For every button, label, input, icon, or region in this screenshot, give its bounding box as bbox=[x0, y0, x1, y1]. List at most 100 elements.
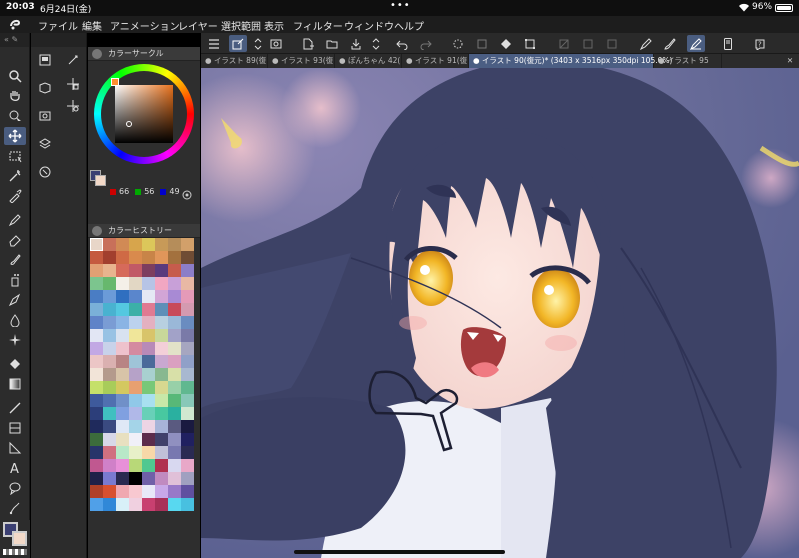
color-history-swatch[interactable] bbox=[129, 238, 142, 251]
transform-icon[interactable] bbox=[521, 35, 539, 52]
color-history-swatch[interactable] bbox=[90, 381, 103, 394]
color-history-swatch[interactable] bbox=[168, 433, 181, 446]
saturation-value-square[interactable] bbox=[115, 85, 173, 143]
color-history-swatch[interactable] bbox=[129, 472, 142, 485]
invert-selection-icon[interactable] bbox=[579, 35, 597, 52]
color-history-swatch[interactable] bbox=[103, 407, 116, 420]
color-history-swatch[interactable] bbox=[142, 342, 155, 355]
color-history-swatch[interactable] bbox=[142, 355, 155, 368]
color-history-swatch[interactable] bbox=[129, 316, 142, 329]
brush-mode-icon[interactable] bbox=[661, 35, 679, 52]
color-history-swatch[interactable] bbox=[155, 342, 168, 355]
color-history-swatch[interactable] bbox=[116, 498, 129, 511]
color-history-swatch[interactable] bbox=[155, 277, 168, 290]
color-history-swatch[interactable] bbox=[142, 368, 155, 381]
color-history-swatch[interactable] bbox=[129, 446, 142, 459]
zoom-tool-icon[interactable] bbox=[4, 67, 26, 85]
tool-palette-header[interactable]: « ✎ bbox=[0, 33, 29, 47]
sub-tool-7-icon[interactable] bbox=[35, 135, 55, 153]
color-history-swatch[interactable] bbox=[116, 446, 129, 459]
color-history-swatch[interactable] bbox=[129, 251, 142, 264]
sub-tool-4-icon[interactable] bbox=[63, 75, 83, 93]
selection-layer-icon[interactable] bbox=[603, 35, 621, 52]
color-history-swatch[interactable] bbox=[168, 472, 181, 485]
menu-hamburger-icon[interactable] bbox=[205, 35, 223, 52]
expand-arrows-icon[interactable] bbox=[249, 35, 267, 52]
color-history-swatch[interactable] bbox=[168, 290, 181, 303]
color-history-swatch[interactable] bbox=[90, 316, 103, 329]
color-history-swatch[interactable] bbox=[168, 342, 181, 355]
color-history-swatch[interactable] bbox=[168, 355, 181, 368]
sub-tool-2-icon[interactable] bbox=[63, 51, 83, 69]
sub-tool-header[interactable] bbox=[31, 33, 86, 47]
redo-icon[interactable] bbox=[417, 35, 435, 52]
color-history-swatch[interactable] bbox=[103, 316, 116, 329]
frame-tool-icon[interactable] bbox=[4, 419, 26, 437]
color-history-swatch[interactable] bbox=[103, 420, 116, 433]
color-history-swatch[interactable] bbox=[129, 303, 142, 316]
color-history-swatch[interactable] bbox=[142, 316, 155, 329]
color-history-swatch[interactable] bbox=[142, 238, 155, 251]
deselect-icon[interactable] bbox=[555, 35, 573, 52]
gradient-tool-icon[interactable] bbox=[4, 375, 26, 393]
color-history-swatch[interactable] bbox=[142, 251, 155, 264]
color-history-swatch[interactable] bbox=[142, 420, 155, 433]
color-history-swatch[interactable] bbox=[181, 342, 194, 355]
smartphone-icon[interactable] bbox=[719, 35, 737, 52]
color-history-swatch[interactable] bbox=[155, 238, 168, 251]
color-history-swatch[interactable] bbox=[181, 394, 194, 407]
color-history-swatch[interactable] bbox=[90, 472, 103, 485]
figure-tool-icon[interactable] bbox=[4, 399, 26, 417]
color-history-swatch[interactable] bbox=[116, 355, 129, 368]
color-history-swatch[interactable] bbox=[90, 407, 103, 420]
color-history-swatch[interactable] bbox=[181, 368, 194, 381]
color-history-swatch[interactable] bbox=[129, 433, 142, 446]
color-settings-icon[interactable] bbox=[182, 185, 192, 204]
color-history-swatch[interactable] bbox=[129, 290, 142, 303]
color-history-swatch[interactable] bbox=[90, 264, 103, 277]
color-history-swatch[interactable] bbox=[142, 277, 155, 290]
color-history-swatch[interactable] bbox=[103, 264, 116, 277]
color-history-swatch[interactable] bbox=[155, 407, 168, 420]
color-history-swatch[interactable] bbox=[181, 472, 194, 485]
save-icon[interactable] bbox=[347, 35, 365, 52]
color-history-swatch[interactable] bbox=[155, 290, 168, 303]
color-history-swatch[interactable] bbox=[129, 498, 142, 511]
color-history-swatch[interactable] bbox=[103, 446, 116, 459]
color-history-swatch[interactable] bbox=[103, 368, 116, 381]
color-history-swatch[interactable] bbox=[129, 394, 142, 407]
color-history-swatch[interactable] bbox=[181, 264, 194, 277]
color-history-swatch[interactable] bbox=[155, 420, 168, 433]
open-file-icon[interactable] bbox=[323, 35, 341, 52]
decoration-tool-icon[interactable] bbox=[4, 291, 26, 309]
color-history-swatch[interactable] bbox=[116, 407, 129, 420]
color-history-swatch[interactable] bbox=[116, 381, 129, 394]
sub-tool-1-icon[interactable] bbox=[35, 51, 55, 69]
color-history-swatch[interactable] bbox=[129, 329, 142, 342]
color-history-swatch[interactable] bbox=[181, 251, 194, 264]
color-history-swatch[interactable] bbox=[103, 329, 116, 342]
color-history-swatch[interactable] bbox=[103, 277, 116, 290]
color-history-swatch[interactable] bbox=[116, 251, 129, 264]
color-history-swatch[interactable] bbox=[116, 394, 129, 407]
color-history-swatch[interactable] bbox=[103, 303, 116, 316]
color-history-swatch[interactable] bbox=[155, 472, 168, 485]
color-history-swatch[interactable] bbox=[103, 238, 116, 251]
color-history-swatch[interactable] bbox=[90, 485, 103, 498]
color-history-swatch[interactable] bbox=[181, 459, 194, 472]
home-indicator[interactable] bbox=[294, 550, 505, 554]
eyedropper-tool-icon[interactable] bbox=[4, 187, 26, 205]
color-history-swatch[interactable] bbox=[142, 485, 155, 498]
color-history-swatch[interactable] bbox=[142, 498, 155, 511]
color-history-swatch[interactable] bbox=[116, 303, 129, 316]
color-history-swatch[interactable] bbox=[103, 355, 116, 368]
sub-tool-6-icon[interactable] bbox=[63, 97, 83, 115]
color-history-swatch[interactable] bbox=[155, 381, 168, 394]
operation-tool-icon[interactable] bbox=[4, 107, 26, 125]
color-history-swatch[interactable] bbox=[129, 342, 142, 355]
document-tab[interactable]: ● イラスト 95 bbox=[654, 54, 722, 68]
eraser-tool-icon[interactable] bbox=[4, 231, 26, 249]
color-history-swatch[interactable] bbox=[181, 420, 194, 433]
color-history-swatch[interactable] bbox=[181, 485, 194, 498]
color-history-swatch[interactable] bbox=[90, 290, 103, 303]
